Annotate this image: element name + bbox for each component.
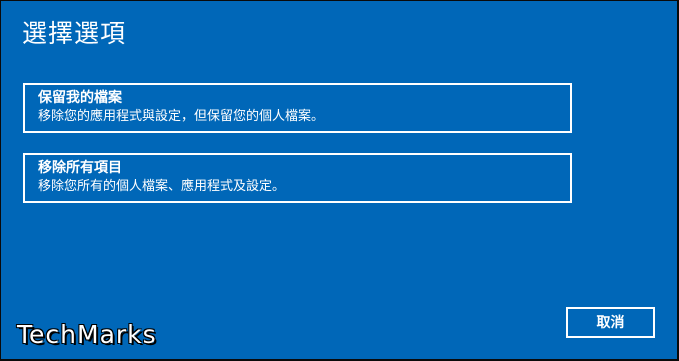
- remove-everything-description: 移除您所有的個人檔案、應用程式及設定。: [38, 179, 286, 194]
- reset-dialog: 選擇選項 保留我的檔案 移除您的應用程式與設定，但保留您的個人檔案。 移除所有項…: [0, 0, 679, 361]
- techmarks-watermark: TechMarks: [17, 320, 157, 349]
- remove-everything-title: 移除所有項目: [38, 160, 122, 176]
- keep-my-files-title: 保留我的檔案: [38, 90, 122, 106]
- remove-everything-option[interactable]: 移除所有項目 移除您所有的個人檔案、應用程式及設定。: [23, 153, 572, 203]
- dialog-title: 選擇選項: [22, 19, 127, 48]
- cancel-button[interactable]: 取消: [566, 307, 655, 338]
- keep-my-files-description: 移除您的應用程式與設定，但保留您的個人檔案。: [38, 109, 325, 124]
- keep-my-files-option[interactable]: 保留我的檔案 移除您的應用程式與設定，但保留您的個人檔案。: [23, 83, 572, 133]
